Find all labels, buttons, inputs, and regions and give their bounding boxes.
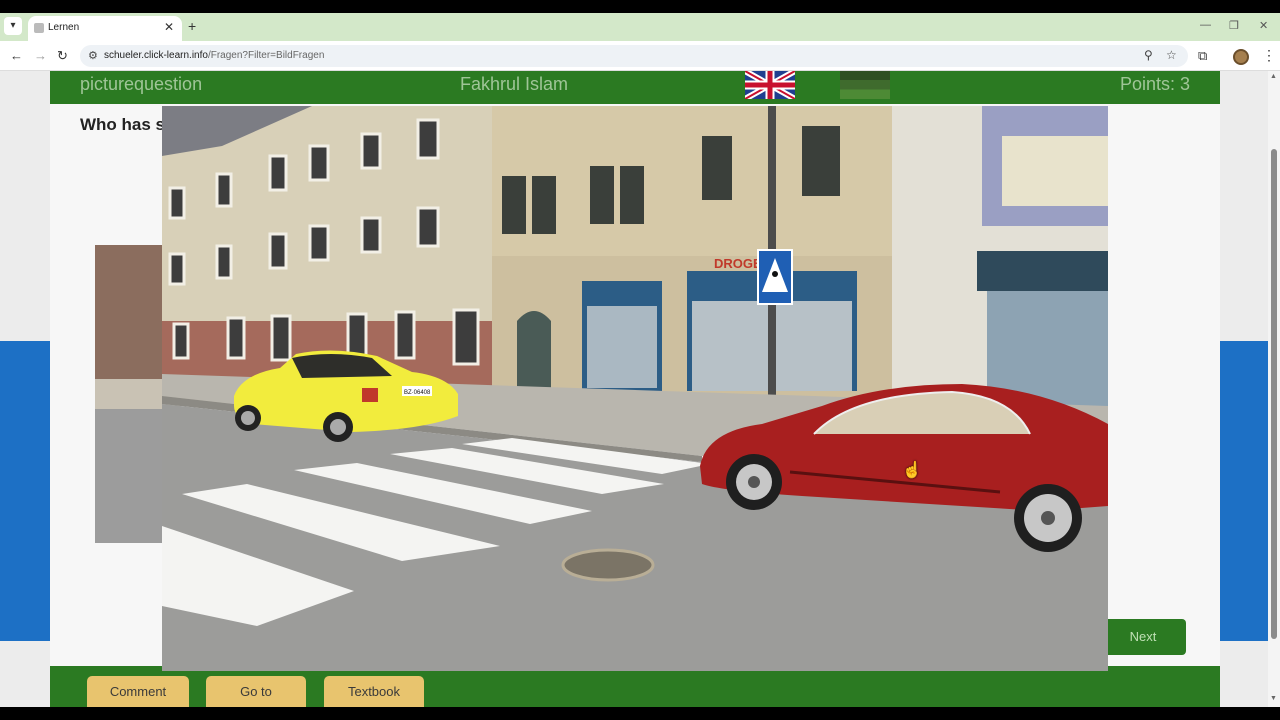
footer-bar: Comment Go to Textbook: [50, 666, 1220, 707]
app-header: picturequestion Fakhrul Islam Points: 3: [50, 71, 1220, 104]
screen-top-edge: [0, 0, 1280, 13]
reload-icon[interactable]: ↻: [57, 48, 68, 64]
back-icon[interactable]: ←: [10, 48, 23, 63]
uk-flag-icon[interactable]: [745, 71, 795, 99]
favicon-icon: [34, 23, 44, 33]
goto-button[interactable]: Go to: [206, 676, 306, 707]
scroll-down-icon[interactable]: ▼: [1270, 695, 1277, 702]
tab-title: Lernen: [48, 22, 80, 33]
screen-bottom-edge: [0, 707, 1280, 720]
question-image-thumbnail[interactable]: [95, 245, 165, 543]
site-info-icon[interactable]: ⚙: [88, 49, 98, 62]
tab-list-icon[interactable]: ▾: [4, 17, 22, 35]
url-text: schueler.click-learn.info/Fragen?Filter=…: [104, 50, 325, 61]
browser-tab[interactable]: Lernen ✕: [28, 16, 182, 41]
profile-avatar[interactable]: [1233, 49, 1249, 65]
question-mode-label: picturequestion: [80, 74, 203, 94]
question-text: Who has s: [80, 115, 166, 134]
close-tab-icon[interactable]: ✕: [164, 20, 174, 34]
new-tab-icon[interactable]: +: [188, 18, 196, 34]
scroll-up-icon[interactable]: ▲: [1270, 73, 1277, 80]
zoom-icon[interactable]: ⚲: [1144, 48, 1153, 62]
points-counter: Points: 3: [1119, 74, 1190, 94]
mouse-cursor-icon: ☝: [902, 462, 922, 479]
side-panel-right: [1220, 341, 1268, 641]
page-scrollbar[interactable]: ▲ ▼: [1268, 71, 1280, 707]
restore-icon[interactable]: ❐: [1229, 19, 1239, 32]
menu-icon[interactable]: ⋮: [1262, 47, 1276, 64]
license-plate: BZ·06408: [404, 390, 431, 396]
extensions-icon[interactable]: ⧉: [1198, 48, 1207, 64]
minimize-icon[interactable]: —: [1200, 19, 1211, 31]
comment-button[interactable]: Comment: [87, 676, 189, 707]
window-close-icon[interactable]: ✕: [1259, 19, 1268, 32]
side-panel-left: [0, 341, 50, 641]
url-field[interactable]: ⚙ schueler.click-learn.info/Fragen?Filte…: [80, 45, 1188, 67]
textbook-button[interactable]: Textbook: [324, 676, 424, 707]
next-button[interactable]: Next: [1100, 619, 1186, 655]
address-bar-row: ← → ↻ ⚙ schueler.click-learn.info/Fragen…: [0, 41, 1280, 71]
tab-strip: ▾ Lernen ✕ + — ❐ ✕: [0, 13, 1280, 41]
user-name: Fakhrul Islam: [460, 74, 569, 94]
bookmark-star-icon[interactable]: ☆: [1166, 48, 1177, 62]
forward-icon[interactable]: →: [34, 48, 47, 63]
traffic-scene-illustration: DROGERIE BZ·06408: [162, 106, 1108, 671]
german-flag-icon[interactable]: [840, 71, 890, 99]
scroll-thumb[interactable]: [1271, 149, 1277, 639]
enlarged-question-image[interactable]: DROGERIE BZ·06408: [162, 106, 1108, 671]
